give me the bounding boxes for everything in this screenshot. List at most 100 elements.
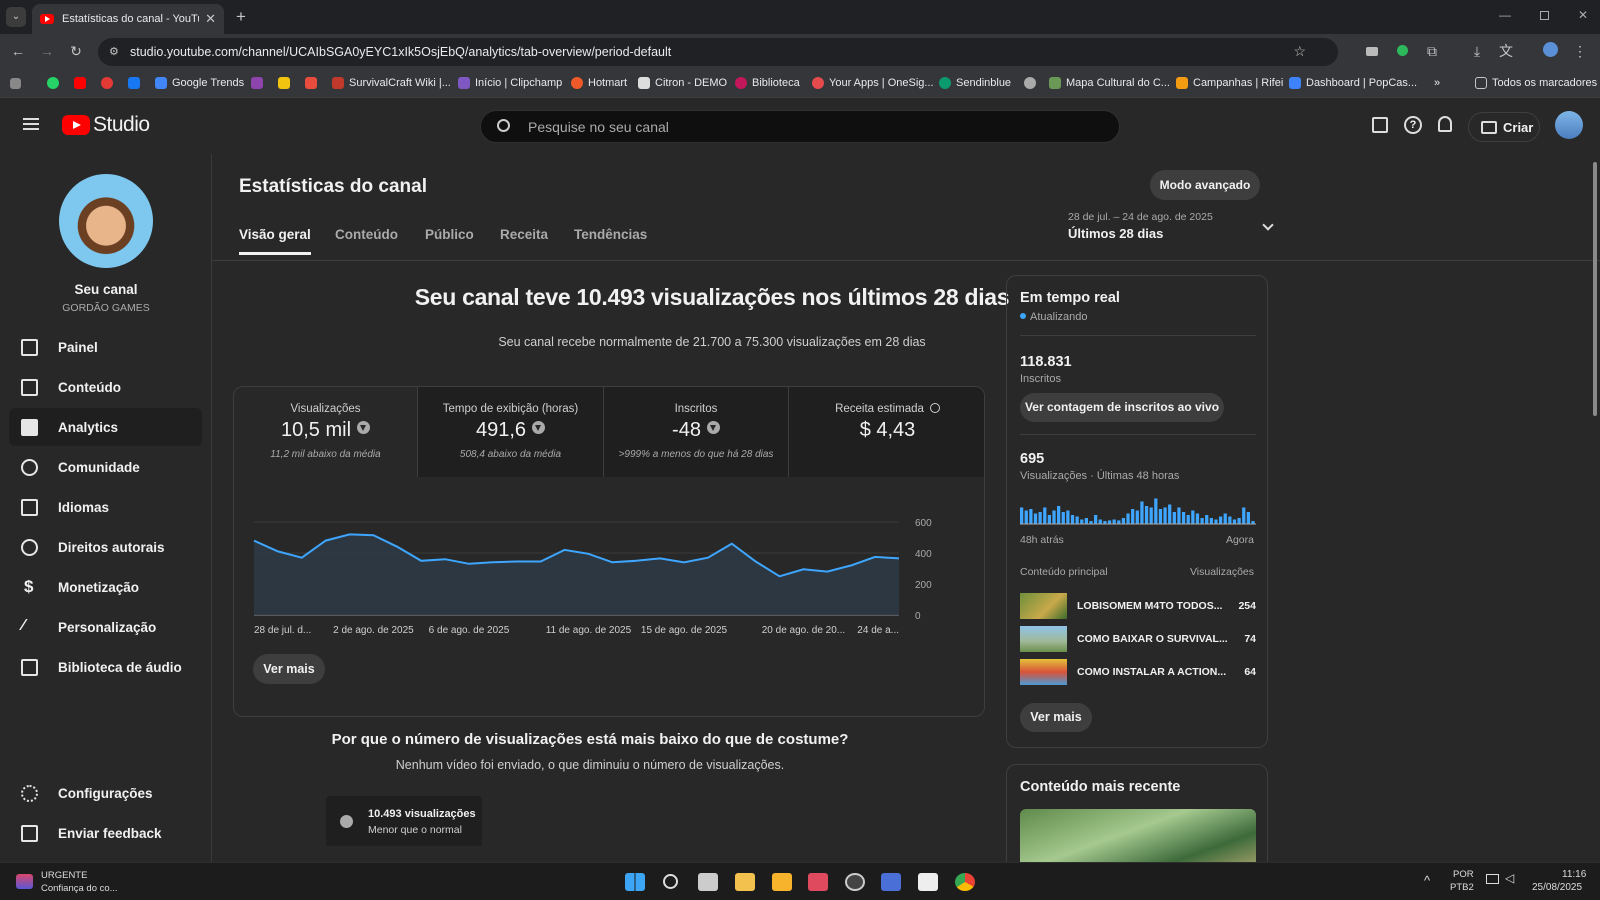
whatsapp-icon[interactable]: [47, 77, 64, 89]
forward-icon[interactable]: →: [38, 42, 56, 60]
keyboard-layout[interactable]: PTB2: [1450, 882, 1474, 893]
apps-icon[interactable]: [10, 78, 26, 89]
bookmark-clipchamp[interactable]: Início | Clipchamp: [458, 77, 562, 89]
top-video-row[interactable]: COMO BAIXAR O SURVIVAL... 74: [1020, 626, 1256, 652]
browser-tab[interactable]: Estatísticas do canal - YouTube ✕: [32, 4, 224, 34]
back-icon[interactable]: ←: [9, 42, 27, 60]
period-selector[interactable]: 28 de jul. – 24 de ago. de 2025 Últimos …: [1068, 206, 1278, 246]
notification-widget[interactable]: URGENTE Confiança do co...: [14, 869, 144, 895]
bookmark-hotmart[interactable]: Hotmart: [571, 77, 627, 89]
app-icon[interactable]: [881, 873, 901, 891]
menu-icon[interactable]: ⋮: [1571, 42, 1589, 60]
tray-chevron-icon[interactable]: ^: [1424, 873, 1430, 888]
meta-icon[interactable]: [128, 77, 145, 89]
minimize-icon[interactable]: —: [1499, 8, 1511, 22]
task-view-icon[interactable]: [698, 873, 718, 891]
sidebar-item-analytics[interactable]: Analytics: [9, 408, 202, 446]
bookmark-rifei[interactable]: Campanhas | Rifei: [1176, 77, 1283, 89]
site-info-icon[interactable]: ⚙: [109, 45, 119, 58]
store-icon[interactable]: [772, 873, 792, 891]
bookmark-icon-c[interactable]: [305, 77, 322, 89]
metric-watch-time[interactable]: Tempo de exibição (horas) 491,6 508,4 ab…: [418, 387, 603, 477]
windows-start-icon[interactable]: [625, 873, 645, 891]
more-bookmarks-icon[interactable]: »: [1434, 77, 1440, 89]
live-count-button[interactable]: Ver contagem de inscritos ao vivo: [1020, 393, 1224, 422]
sidebar-item-enviar-feedback[interactable]: Enviar feedback: [9, 814, 202, 852]
account-avatar[interactable]: [1555, 111, 1583, 139]
metric-subscribers[interactable]: Inscritos -48 >999% a menos do que há 28…: [603, 387, 788, 477]
sidebar-item-configuracoes[interactable]: Configurações: [9, 774, 202, 812]
chart-see-more-button[interactable]: Ver mais: [253, 654, 325, 684]
close-tab-icon[interactable]: ✕: [205, 11, 216, 27]
bookmark-icon-a[interactable]: [251, 77, 268, 89]
capcut-icon[interactable]: [918, 873, 938, 891]
volume-icon[interactable]: ◁: [1505, 871, 1514, 885]
bookmark-citron[interactable]: Citron - DEMO: [638, 77, 727, 89]
top-video-row[interactable]: LOBISOMEM M4TO TODOS... 254: [1020, 593, 1256, 619]
tab-receita[interactable]: Receita: [500, 227, 548, 242]
clock-date[interactable]: 25/08/2025: [1532, 882, 1582, 893]
hamburger-menu-icon[interactable]: [23, 118, 39, 130]
sidebar-item-conteudo[interactable]: Conteúdo: [9, 368, 202, 406]
sidebar-item-monetizacao[interactable]: $ Monetização: [9, 568, 202, 606]
youtube-bookmark-icon[interactable]: [74, 77, 91, 89]
metric-revenue[interactable]: Receita estimada $ 4,43: [788, 387, 984, 477]
bookmark-icon-b[interactable]: [278, 77, 295, 89]
translate-icon[interactable]: 文: [1497, 42, 1515, 60]
metric-views[interactable]: Visualizações 10,5 mil 11,2 mil abaixo d…: [234, 387, 418, 477]
search-taskbar-icon[interactable]: [663, 874, 678, 889]
extensions-icon[interactable]: ⧉: [1423, 42, 1441, 60]
bookmark-survivalcraft[interactable]: SurvivalCraft Wiki |...: [332, 77, 451, 89]
search-input[interactable]: Pesquise no seu canal: [480, 110, 1120, 143]
address-bar[interactable]: ⚙ studio.youtube.com/channel/UCAIbSGA0yE…: [98, 38, 1338, 66]
new-tab-icon[interactable]: +: [236, 7, 246, 27]
bookmark-google-trends[interactable]: Google Trends: [155, 77, 244, 89]
notifications-icon[interactable]: [1438, 116, 1452, 132]
bookmark-all[interactable]: Todos os marcadores: [1475, 77, 1597, 89]
bookmark-popcast[interactable]: Dashboard | PopCas...: [1289, 77, 1417, 89]
extension-2-icon[interactable]: [1393, 42, 1411, 60]
bookmark-onesignal[interactable]: Your Apps | OneSig...: [812, 77, 934, 89]
close-window-icon[interactable]: ✕: [1578, 8, 1588, 22]
obs-icon[interactable]: [845, 873, 865, 891]
channel-avatar[interactable]: [59, 174, 153, 268]
sidebar-item-comunidade[interactable]: Comunidade: [9, 448, 202, 486]
sidebar-item-personalizacao[interactable]: ⁄ Personalização: [9, 608, 202, 646]
reload-icon[interactable]: ↻: [67, 42, 85, 60]
clock-time[interactable]: 11:16: [1562, 869, 1586, 880]
tab-visao-geral[interactable]: Visão geral: [239, 227, 311, 255]
top-content-label: Conteúdo principal: [1020, 566, 1108, 578]
tab-publico[interactable]: Público: [425, 227, 474, 242]
network-icon[interactable]: [1486, 874, 1499, 884]
tab-tendencias[interactable]: Tendências: [574, 227, 647, 242]
advanced-mode-button[interactable]: Modo avançado: [1150, 170, 1260, 200]
realtime-see-more-button[interactable]: Ver mais: [1020, 703, 1092, 732]
sidebar-item-painel[interactable]: Painel: [9, 328, 202, 366]
bookmark-icon-d[interactable]: [1024, 77, 1041, 89]
sidebar-item-direitos-autorais[interactable]: Direitos autorais: [9, 528, 202, 566]
tab-search-icon[interactable]: ⌄: [6, 7, 26, 27]
studio-logo[interactable]: Studio: [62, 113, 150, 137]
bookmark-sendinblue[interactable]: Sendinblue: [939, 77, 1011, 89]
chrome-icon[interactable]: [955, 873, 975, 891]
restore-icon[interactable]: [1540, 11, 1549, 20]
snipping-tool-icon[interactable]: [808, 873, 828, 891]
file-explorer-icon[interactable]: [735, 873, 755, 891]
chat-bookmark-icon[interactable]: [101, 77, 118, 89]
help-icon[interactable]: ?: [1404, 116, 1422, 134]
extension-1-icon[interactable]: [1363, 42, 1381, 60]
create-button[interactable]: Criar: [1468, 112, 1540, 142]
top-video-row[interactable]: COMO INSTALAR A ACTION... 64: [1020, 659, 1256, 685]
sidebar-item-idiomas[interactable]: Idiomas: [9, 488, 202, 526]
bookmark-biblioteca[interactable]: Biblioteca: [735, 77, 800, 89]
sidebar-item-biblioteca-audio[interactable]: Biblioteca de áudio: [9, 648, 202, 686]
download-icon[interactable]: ⤓: [1468, 42, 1486, 60]
comments-icon[interactable]: [1372, 117, 1388, 133]
scrollbar[interactable]: [1593, 162, 1597, 416]
input-language[interactable]: POR: [1453, 869, 1474, 880]
bookmark-star-icon[interactable]: ☆: [1293, 43, 1306, 60]
profile-icon[interactable]: [1541, 42, 1559, 60]
why-card[interactable]: 10.493 visualizações Menor que o normal: [326, 796, 482, 846]
tab-conteudo[interactable]: Conteúdo: [335, 227, 398, 242]
bookmark-mapa-cultural[interactable]: Mapa Cultural do C...: [1049, 77, 1170, 89]
